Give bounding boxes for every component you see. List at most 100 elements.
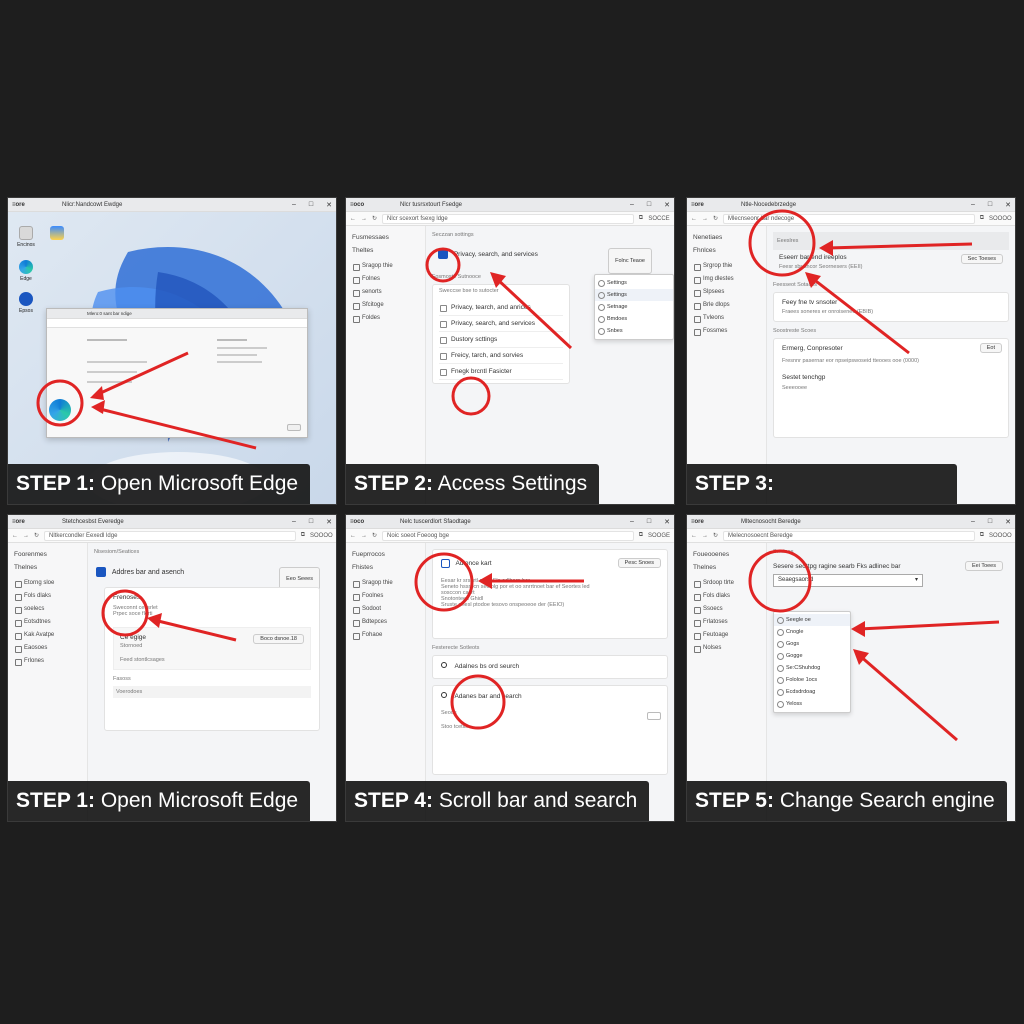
desktop-icon-4[interactable] (42, 226, 72, 242)
option-item[interactable]: Ecdsdrdoag (774, 686, 850, 698)
sidebar-item[interactable]: Foolnes (352, 590, 419, 603)
minimize-icon[interactable]: – (971, 201, 975, 209)
window-controls[interactable]: – □ ✕ (971, 201, 1011, 209)
back-icon[interactable]: ← (350, 533, 356, 539)
sidebar-item[interactable]: Eotsdtnes (14, 616, 81, 629)
sidebar-item[interactable]: soelecs (14, 603, 81, 616)
sidebar-item[interactable]: Feutoage (693, 629, 760, 642)
list-item[interactable]: Privacy, tearch, and anrices (439, 300, 563, 316)
forward-icon[interactable]: → (702, 533, 708, 539)
extensions-icon[interactable]: ⧉ (639, 215, 643, 222)
forward-icon[interactable]: → (702, 216, 708, 222)
option-item[interactable]: Fololoe 1ocs (774, 674, 850, 686)
sidebar-item[interactable]: Bdtepces (352, 616, 419, 629)
sidebar-item[interactable]: Foldes (352, 312, 419, 325)
desktop-icon-1[interactable]: Encinos (11, 226, 41, 248)
sidebar-item[interactable]: Fols dlaks (14, 590, 81, 603)
close-icon[interactable]: ✕ (664, 518, 670, 526)
close-icon[interactable]: ✕ (1005, 201, 1011, 209)
profile-button[interactable]: SOCCE (648, 216, 670, 222)
sidebar-item[interactable]: Sfcitoge (352, 299, 419, 312)
sidebar-item[interactable]: Brle dlops (693, 299, 760, 312)
sidebar-item[interactable]: Eaosoes (14, 642, 81, 655)
option-item[interactable]: Yeloss (774, 698, 850, 710)
sidebar-item[interactable]: Fols dlaks (693, 590, 760, 603)
sidebar-item[interactable]: Srdoop tlrte (693, 577, 760, 590)
toggle-button[interactable] (647, 712, 661, 720)
sidebar-item[interactable]: Sragop thie (352, 260, 419, 273)
window-controls[interactable]: – □ ✕ (630, 518, 670, 526)
url-field[interactable]: Melecnosoecnt Beredge (723, 530, 975, 541)
sidebar-item[interactable]: Folnes (352, 273, 419, 286)
extensions-icon[interactable]: ⧉ (301, 532, 305, 539)
url-field[interactable]: Nltkercondler Eexedl ldge (44, 530, 296, 541)
privacy-row[interactable]: Privacy, search, and services Folnc Teao… (432, 244, 668, 274)
window-controls[interactable]: – □ ✕ (971, 518, 1011, 526)
maximize-icon[interactable]: □ (647, 201, 651, 209)
option-item[interactable]: Se:CShuhdog (774, 662, 850, 674)
window-controls[interactable]: – □ ✕ (292, 518, 332, 526)
minimize-icon[interactable]: – (630, 518, 634, 526)
window-controls[interactable]: – □ ✕ (630, 201, 670, 209)
sidebar-item[interactable]: Fossmes (693, 325, 760, 338)
menu-item[interactable]: Settings (595, 277, 673, 289)
forward-icon[interactable]: → (361, 216, 367, 222)
card-header[interactable]: Adanes bar and search (441, 692, 659, 700)
setting-button[interactable]: Eei Toees (964, 561, 1003, 571)
sidebar-item[interactable]: Frlones (14, 655, 81, 668)
maximize-icon[interactable]: □ (647, 518, 651, 526)
close-icon[interactable]: ✕ (326, 201, 332, 209)
minimize-icon[interactable]: – (292, 518, 296, 526)
sidebar-item[interactable]: Sodoot (352, 603, 419, 616)
profile-button[interactable]: SOOOO (989, 216, 1012, 222)
list-item[interactable]: Privacy, search, and services (439, 316, 563, 332)
forward-icon[interactable]: → (23, 533, 29, 539)
sidebar-item[interactable]: Slpsees (693, 286, 760, 299)
setting-card[interactable]: Feey fne tv snsoter Fraees soneres er on… (773, 292, 1009, 322)
refresh-icon[interactable]: ↻ (713, 532, 718, 539)
maximize-icon[interactable]: □ (988, 201, 992, 209)
setting-card[interactable]: Ermerg, Conpresoter Fresnnr pasernar eor… (773, 338, 1009, 438)
sidebar-item[interactable]: Img dlestes (693, 273, 760, 286)
menu-item[interactable]: Bmdoes (595, 313, 673, 325)
search-engine-select[interactable]: Seaegsaorsd ▾ (773, 574, 923, 587)
sidebar-item[interactable]: Frlatoses (693, 616, 760, 629)
extensions-icon[interactable]: ⧉ (639, 532, 643, 539)
card-button[interactable]: Pesc Snoes (617, 558, 661, 568)
menu-item[interactable]: Setnage (595, 301, 673, 313)
address-bar-search-row[interactable]: Addres bar and asench Eeo Seees (94, 563, 330, 591)
url-field[interactable]: Nlcr scexort fsexg ldge (382, 213, 634, 224)
back-icon[interactable]: ← (350, 216, 356, 222)
list-item[interactable]: Freicy, tarch, and sorvies (439, 348, 563, 364)
list-item[interactable]: Dustory scttings (439, 332, 563, 348)
url-field[interactable]: Noic soeot Foeoog bge (382, 530, 634, 541)
sidebar-item[interactable]: Etorng sloe (14, 577, 81, 590)
menu-item[interactable]: Settings (595, 289, 673, 301)
refresh-icon[interactable]: ↻ (713, 215, 718, 222)
close-icon[interactable]: ✕ (1005, 518, 1011, 526)
list-item[interactable]: Fnegk brcntl Fasicter (439, 364, 563, 380)
extensions-icon[interactable]: ⧉ (980, 215, 984, 222)
inner-addressbar[interactable] (47, 319, 307, 328)
sidebar-item[interactable]: Sragop thie (352, 577, 419, 590)
option-item[interactable]: Seegle oe (774, 614, 850, 626)
profile-button[interactable]: SOOOO (310, 533, 333, 539)
option-item[interactable]: Gogs (774, 638, 850, 650)
menu-item[interactable]: Snbes (595, 325, 673, 337)
forward-icon[interactable]: → (361, 533, 367, 539)
option-item[interactable]: Gogge (774, 650, 850, 662)
profile-button[interactable]: SOOOO (989, 533, 1012, 539)
back-icon[interactable]: ← (691, 216, 697, 222)
maximize-icon[interactable]: □ (309, 201, 313, 209)
close-icon[interactable]: ✕ (664, 201, 670, 209)
desktop-icon-3[interactable]: Epsos (11, 292, 41, 314)
close-icon[interactable]: ✕ (326, 518, 332, 526)
card-item[interactable]: Frenoses (113, 594, 311, 601)
extensions-icon[interactable]: ⧉ (980, 532, 984, 539)
sidebar-item[interactable]: senorts (352, 286, 419, 299)
refresh-icon[interactable]: ↻ (34, 532, 39, 539)
setting-button[interactable]: Sec Toeses (960, 254, 1003, 264)
sidebar-item[interactable]: Tvleons (693, 312, 760, 325)
maximize-icon[interactable]: □ (309, 518, 313, 526)
refresh-icon[interactable]: ↻ (372, 532, 377, 539)
